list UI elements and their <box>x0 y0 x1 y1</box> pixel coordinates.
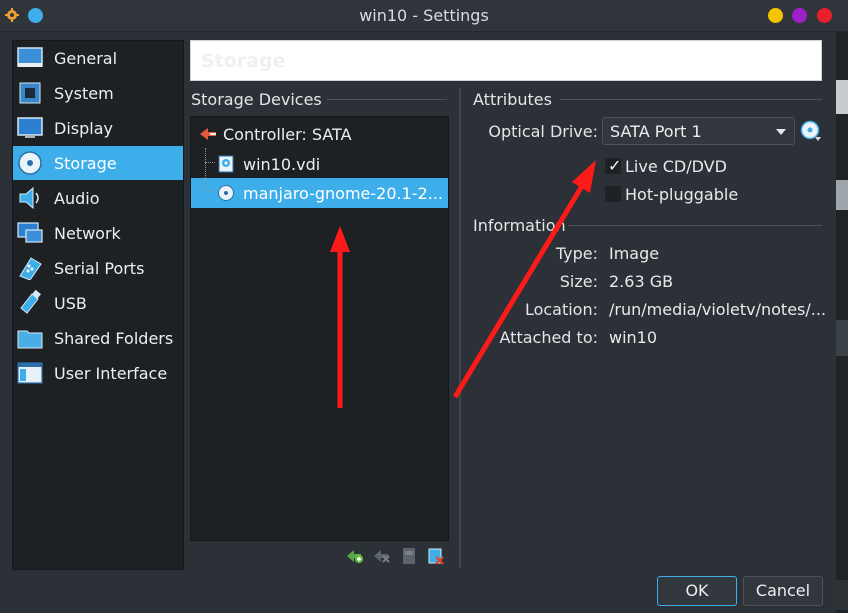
tree-item-label: win10.vdi <box>243 154 321 174</box>
close-button[interactable] <box>817 8 832 23</box>
tree-connector <box>205 162 215 163</box>
info-size-label: Size: <box>559 272 598 291</box>
sidebar-item-storage[interactable]: Storage <box>13 146 183 180</box>
window-title: win10 - Settings <box>359 6 489 25</box>
optical-disc-icon <box>215 184 237 202</box>
remove-disk-icon <box>428 548 444 565</box>
optical-drive-label: Optical Drive: <box>488 122 598 141</box>
usb-icon <box>16 290 44 316</box>
sidebar-item-system[interactable]: System <box>13 76 183 110</box>
controller-label: Controller: SATA <box>223 124 352 144</box>
serial-ports-icon <box>16 255 44 281</box>
sidebar-item-network[interactable]: Network <box>13 216 183 250</box>
sidebar-item-general[interactable]: General <box>13 41 183 75</box>
choose-disk-icon[interactable] <box>800 120 822 142</box>
sidebar-item-label: Network <box>54 223 121 243</box>
minimize-button[interactable] <box>768 8 783 23</box>
remove-attachment-icon <box>374 550 390 563</box>
title-bar: win10 - Settings <box>0 0 848 32</box>
network-icon <box>16 220 44 246</box>
sidebar-item-label: Serial Ports <box>54 258 145 278</box>
remove-disk-button[interactable] <box>426 547 446 565</box>
hot-pluggable-label: Hot-pluggable <box>625 185 739 204</box>
live-cd-label: Live CD/DVD <box>625 157 727 176</box>
info-attached-label: Attached to: <box>499 328 599 347</box>
user-interface-icon <box>16 360 44 386</box>
storage-devices-caption: Storage Devices <box>191 90 322 109</box>
caption-divider <box>568 225 822 226</box>
maximize-button[interactable] <box>792 8 807 23</box>
storage-tree[interactable]: Controller: SATA win10.vdi manjaro-gnome… <box>190 116 449 541</box>
sidebar-item-label: System <box>54 83 114 103</box>
storage-icon <box>16 150 44 176</box>
hot-pluggable-checkbox[interactable] <box>605 186 621 202</box>
add-disk-icon <box>403 548 415 564</box>
sidebar-item-user-interface[interactable]: User Interface <box>13 356 183 390</box>
sidebar-item-label: Display <box>54 118 113 138</box>
info-location-label: Location: <box>524 300 598 319</box>
info-location-value: /run/media/violetv/notes/... <box>609 300 827 319</box>
system-icon <box>16 80 44 106</box>
page-title: Storage <box>201 50 286 72</box>
attributes-caption: Attributes <box>473 90 552 109</box>
sidebar-item-audio[interactable]: Audio <box>13 181 183 215</box>
page-header: Storage <box>190 40 822 81</box>
chevron-down-icon <box>776 129 786 135</box>
audio-icon <box>16 185 44 211</box>
optical-drive-select[interactable]: SATA Port 1 <box>602 117 795 145</box>
checkmark-icon: ✓ <box>608 156 622 175</box>
live-cd-checkbox[interactable]: ✓ <box>605 156 622 175</box>
sidebar-item-label: USB <box>54 293 87 313</box>
ok-button[interactable]: OK <box>657 576 737 606</box>
optical-drive-value: SATA Port 1 <box>610 122 702 141</box>
tree-item-label: manjaro-gnome-20.1-2... <box>243 183 443 203</box>
hard-disk-icon <box>215 155 237 173</box>
background-window-edge <box>836 32 848 613</box>
information-caption: Information <box>473 216 566 235</box>
tree-connector <box>205 148 206 192</box>
info-type-value: Image <box>609 244 660 263</box>
tree-item-manjaro-iso[interactable]: manjaro-gnome-20.1-2... <box>191 178 448 208</box>
shared-folders-icon <box>16 325 44 351</box>
general-icon <box>16 45 44 71</box>
add-attachment-button[interactable] <box>345 547 365 565</box>
sidebar-item-label: General <box>54 48 118 68</box>
sidebar-item-usb[interactable]: USB <box>13 286 183 320</box>
tree-controller-sata[interactable]: Controller: SATA <box>191 119 448 149</box>
info-size-value: 2.63 GB <box>609 272 674 291</box>
sidebar-item-shared-folders[interactable]: Shared Folders <box>13 321 183 355</box>
tree-connector <box>205 191 215 192</box>
sidebar-item-label: Storage <box>54 153 117 173</box>
tree-item-win10-vdi[interactable]: win10.vdi <box>191 149 448 179</box>
info-type-label: Type: <box>555 244 598 263</box>
add-disk-button[interactable] <box>399 547 419 565</box>
remove-attachment-button[interactable] <box>372 547 392 565</box>
sidebar-item-serial-ports[interactable]: Serial Ports <box>13 251 183 285</box>
caption-divider <box>560 99 822 100</box>
info-attached-value: win10 <box>609 328 658 347</box>
cancel-button[interactable]: Cancel <box>743 576 823 606</box>
controller-icon <box>193 126 223 142</box>
sidebar-item-display[interactable]: Display <box>13 111 183 145</box>
display-icon <box>16 115 44 141</box>
sidebar-item-label: User Interface <box>54 363 168 383</box>
caption-divider <box>327 99 447 100</box>
add-attachment-icon <box>347 550 363 563</box>
sidebar-item-label: Shared Folders <box>54 328 174 348</box>
pane-splitter[interactable] <box>459 88 461 568</box>
settings-sidebar: General System Display Storage Audio Net… <box>12 40 184 570</box>
sidebar-item-label: Audio <box>54 188 100 208</box>
